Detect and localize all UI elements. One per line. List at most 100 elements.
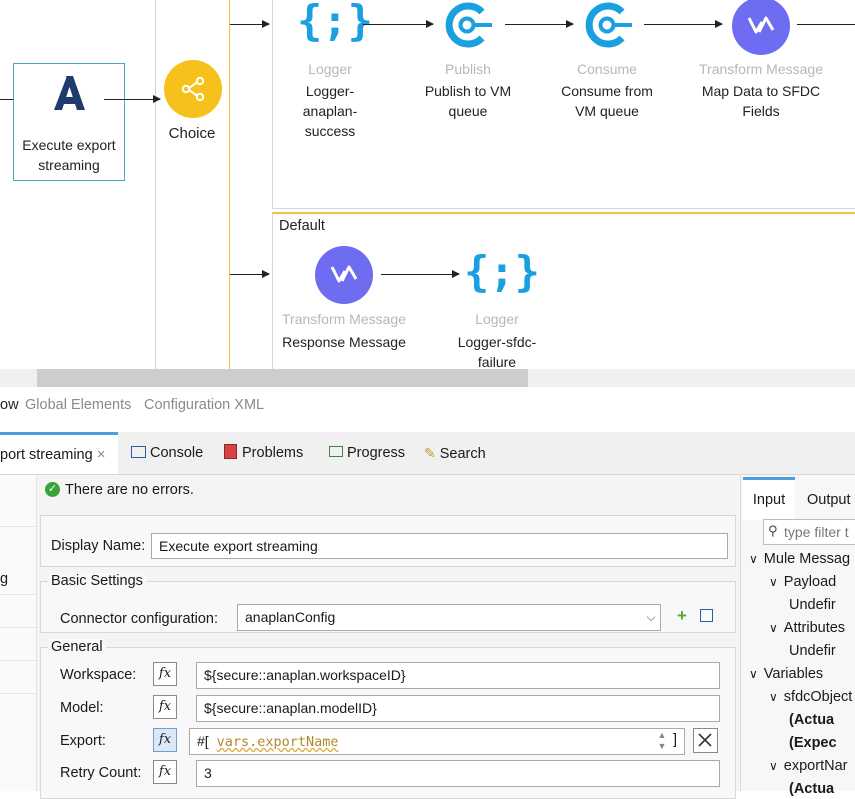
tab-console[interactable]: Console xyxy=(131,432,203,472)
editor-subtabs: ow Global Elements Configuration XML xyxy=(0,387,855,432)
metadata-panel: Input Output ⚲ type filter t ∨ Mule Messa… xyxy=(740,475,855,797)
canvas-scrollbar-thumb[interactable] xyxy=(37,369,528,387)
anaplan-icon xyxy=(54,76,85,110)
tab-progress-label: Progress xyxy=(347,445,406,461)
response-message-label: Response Message xyxy=(282,334,406,350)
flow-arrow xyxy=(797,24,855,25)
tree-node-label: (Actua xyxy=(789,712,835,728)
connector-config-select[interactable]: anaplanConfig xyxy=(237,604,661,631)
route-bracket-line xyxy=(229,0,230,370)
expand-chevron-icon[interactable]: ∨ xyxy=(769,621,778,635)
tab-execute-export-streaming[interactable]: port streaming × xyxy=(0,432,118,474)
transform-type-label-2: Transform Message xyxy=(282,311,406,327)
add-config-icon[interactable]: + xyxy=(677,606,687,626)
route-1-arrow xyxy=(230,20,270,28)
tree-node[interactable]: (Expec xyxy=(789,735,837,751)
search-icon: ✎ xyxy=(424,445,436,461)
logger-success-label: Logger-anaplan-success xyxy=(302,83,358,139)
problems-icon xyxy=(224,444,237,459)
execute-export-streaming-node[interactable]: Execute export streaming xyxy=(13,63,125,181)
tab-problems[interactable]: Problems xyxy=(224,432,303,472)
tab-configuration-xml[interactable]: Configuration XML xyxy=(144,397,264,413)
logger-icon-2: {;} xyxy=(464,247,540,296)
flow-arrow xyxy=(363,20,434,28)
tree-node[interactable]: ∨ Variables xyxy=(749,666,823,682)
map-data-label: Map Data to SFDC Fields xyxy=(701,83,821,119)
model-input[interactable]: ${secure::anaplan.modelID} xyxy=(196,695,720,722)
search-icon: ⚲ xyxy=(768,523,778,538)
left-nav-item[interactable]: g xyxy=(0,571,8,587)
status-message: There are no errors. xyxy=(65,482,194,498)
tab-console-label: Console xyxy=(150,445,204,461)
logger-type-label-2: Logger xyxy=(475,311,519,327)
choice-branch-icon xyxy=(181,76,205,102)
display-name-input[interactable]: Execute export streaming xyxy=(151,533,728,559)
progress-icon xyxy=(329,446,343,457)
basic-settings-label: Basic Settings xyxy=(48,573,146,589)
tab-title: port streaming xyxy=(0,447,93,463)
consume-icon xyxy=(585,2,632,48)
canvas-scrollbar-track[interactable] xyxy=(0,369,855,387)
type-filter-input[interactable]: ⚲ type filter t xyxy=(763,519,855,545)
retry-count-fx-button[interactable]: fx xyxy=(153,760,177,784)
tree-node[interactable]: ∨ Payload xyxy=(769,574,836,590)
filter-placeholder: type filter t xyxy=(784,524,849,540)
tab-global-elements[interactable]: Global Elements xyxy=(25,397,131,413)
expand-chevron-icon[interactable]: ∨ xyxy=(769,575,778,589)
tab-close-icon[interactable]: × xyxy=(97,435,105,475)
expr-variable: vars.exportName xyxy=(216,734,339,750)
expand-chevron-icon[interactable]: ∨ xyxy=(769,690,778,704)
tree-node[interactable]: (Actua xyxy=(789,781,834,797)
tree-node[interactable]: Undefir xyxy=(789,597,836,613)
transform-icon xyxy=(330,265,358,283)
tree-node[interactable]: ∨ Attributes xyxy=(769,620,845,636)
expand-chevron-icon[interactable]: ∨ xyxy=(769,759,778,773)
tree-node[interactable]: ∨ exportNar xyxy=(769,758,847,774)
default-route-label: Default xyxy=(279,218,325,234)
tab-search[interactable]: ✎ Search xyxy=(424,432,486,472)
tree-node[interactable]: ∨ Mule Messag xyxy=(749,551,850,567)
display-name-label: Display Name: xyxy=(51,538,146,554)
logger-type-label: Logger xyxy=(308,61,352,77)
chevron-down-icon[interactable]: ⌵ xyxy=(642,605,660,630)
expression-builder-icon[interactable] xyxy=(693,728,718,753)
choice-node[interactable] xyxy=(164,60,222,118)
model-fx-button[interactable]: fx xyxy=(153,695,177,719)
flow-arrow xyxy=(104,95,161,103)
export-fx-button[interactable]: fx xyxy=(153,728,177,752)
tab-output[interactable]: Output xyxy=(807,480,851,520)
expand-chevron-icon[interactable]: ∨ xyxy=(749,552,758,566)
tab-progress[interactable]: Progress xyxy=(329,432,405,472)
consume-type-label: Consume xyxy=(577,61,637,77)
tree-node[interactable]: (Actua xyxy=(789,712,834,728)
workspace-input[interactable]: ${secure::anaplan.workspaceID} xyxy=(196,662,720,689)
retry-count-input[interactable]: 3 xyxy=(196,760,720,787)
expr-prefix: #[ xyxy=(197,733,209,749)
flow-canvas[interactable]: Execute export streaming Choice {;} Logg… xyxy=(0,0,855,370)
tree-node-label: sfdcObject xyxy=(783,689,853,705)
transform-message-node-2[interactable] xyxy=(315,246,373,304)
expr-spinner-icon[interactable]: ▲ ▼ xyxy=(656,730,668,752)
source-node-label: Execute export streaming xyxy=(22,137,116,173)
export-expression-input[interactable]: #[ vars.exportName xyxy=(189,728,685,755)
tree-node[interactable]: ∨ sfdcObject xyxy=(769,689,852,705)
workspace-fx-button[interactable]: fx xyxy=(153,662,177,686)
flow-arrow xyxy=(505,20,574,28)
edit-config-icon[interactable] xyxy=(700,609,713,622)
flow-arrow xyxy=(644,20,723,28)
tree-node-label: (Expec xyxy=(789,735,837,751)
tab-message-flow[interactable]: ow xyxy=(0,397,19,413)
choice-label: Choice xyxy=(168,125,216,142)
tree-node-label: Undefir xyxy=(789,643,836,659)
retry-count-label: Retry Count: xyxy=(60,765,142,781)
expand-chevron-icon[interactable]: ∨ xyxy=(749,667,758,681)
transform-icon xyxy=(747,16,775,34)
tree-node-label: Payload xyxy=(783,574,837,590)
view-tab-bar: port streaming × Console Problems Progre… xyxy=(0,432,855,475)
publish-icon xyxy=(445,2,492,48)
tab-problems-label: Problems xyxy=(242,445,304,461)
tree-node[interactable]: Undefir xyxy=(789,643,836,659)
tab-input[interactable]: Input xyxy=(743,477,795,520)
tree-node-label: Attributes xyxy=(783,620,846,636)
console-icon xyxy=(131,446,146,458)
